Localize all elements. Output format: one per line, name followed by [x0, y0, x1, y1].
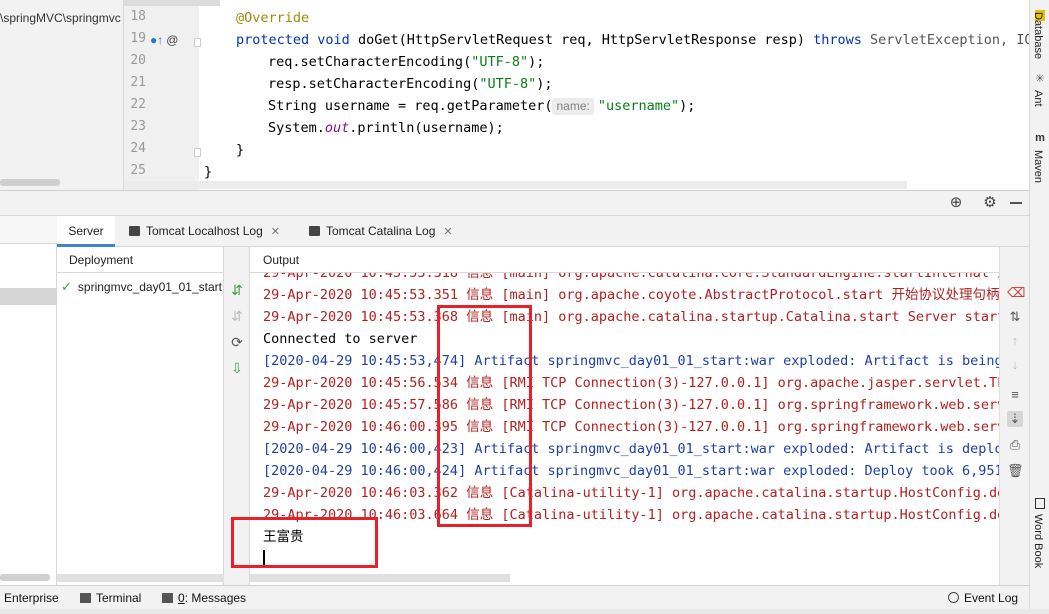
code-line-18[interactable]: @Override — [204, 7, 309, 29]
editor-gutter: 18 19 20 21 22 23 24 25 ●↑ @ — [124, 6, 201, 190]
run-tabs: Server Tomcat Localhost Log ✕ Tomcat Cata… — [57, 216, 1029, 247]
sort-icon[interactable]: ⇅ — [1007, 309, 1023, 325]
deployment-scrollbar[interactable] — [57, 574, 224, 582]
project-scrollbar[interactable] — [0, 179, 60, 186]
console-input-echo[interactable]: 王富贵 — [263, 526, 304, 548]
log-line: 29-Apr-2020 10:45:57.586 信息 [RMI TCP Con… — [263, 397, 999, 413]
deployment-header: Deployment — [57, 247, 224, 273]
target-icon[interactable]: ⊕ — [948, 195, 964, 211]
services-tree — [0, 216, 57, 585]
editor-horizontal-scrollbar[interactable] — [124, 181, 907, 189]
word-book-icon[interactable] — [1035, 498, 1045, 509]
maven-icon[interactable]: m — [1033, 132, 1047, 145]
line-number: 18 — [130, 9, 146, 24]
tab-server[interactable]: Server — [57, 216, 115, 247]
services-panel-toolbar: ⊕ ⚙ — [0, 190, 1029, 216]
terminal-tool-button[interactable]: Terminal — [80, 586, 141, 610]
console-toolbar: ⌫ ⇅ ↑ ↓ ≡ ⇣ ⎙ 🗑 — [999, 247, 1029, 585]
code-line-23[interactable]: System.out.println(username); — [204, 117, 504, 139]
check-icon: ✓ — [61, 279, 72, 294]
log-line: 29-Apr-2020 10:46:03.664 信息 [Catalina-ut… — [263, 507, 999, 523]
event-log-icon — [948, 592, 959, 603]
deployment-panel: Deployment ✓ springmvc_day01_01_start — [57, 247, 224, 585]
log-icon — [309, 226, 320, 236]
clear-all-icon[interactable]: ⌫ — [1007, 285, 1025, 301]
close-icon[interactable]: ✕ — [443, 226, 452, 238]
ant-tool-button[interactable]: Ant — [1032, 90, 1044, 107]
database-tool-button[interactable]: Database — [1032, 12, 1044, 59]
refresh-icon[interactable]: ⟳ — [229, 334, 245, 350]
log-line: 29-Apr-2020 10:46:03.362 信息 [Catalina-ut… — [263, 485, 999, 501]
bottom-tool-bar: Enterprise Terminal 0: Messages Event Lo… — [0, 585, 1029, 609]
parameter-hint: name: — [552, 98, 594, 115]
messages-tool-button[interactable]: 0: Messages — [162, 586, 246, 610]
output-horizontal-scrollbar[interactable] — [250, 574, 510, 582]
deployment-actions: ⇵ ⇵ ⟳ ⇩ — [224, 247, 250, 585]
line-number: 19 — [130, 31, 146, 46]
annotation-marker-icon[interactable]: @ — [166, 33, 178, 47]
word-book-tool-button[interactable]: Word Book — [1032, 514, 1044, 568]
fold-toggle-icon[interactable] — [194, 38, 201, 47]
output-console[interactable]: 29-Apr-2020 10:45:53.318 信息 [main] org.a… — [250, 247, 999, 585]
status-bar — [0, 609, 1049, 614]
deployment-item[interactable]: ✓ springmvc_day01_01_start — [61, 277, 224, 297]
log-line: Connected to server — [263, 331, 418, 347]
log-line: 29-Apr-2020 10:46:00.395 信息 [RMI TCP Con… — [263, 419, 999, 435]
output-header: Output — [250, 247, 999, 273]
log-lines: 29-Apr-2020 10:45:53.318 信息 [main] org.a… — [263, 262, 999, 526]
line-number: 24 — [130, 141, 146, 156]
enterprise-tool-button[interactable]: Enterprise — [4, 586, 59, 610]
line-number: 20 — [130, 53, 146, 68]
code-line-25[interactable]: } — [204, 161, 212, 183]
line-number: 22 — [130, 97, 146, 112]
maven-tool-button[interactable]: Maven — [1032, 150, 1044, 183]
deploy-all-icon[interactable]: ⇵ — [229, 282, 245, 298]
log-icon — [129, 226, 140, 236]
log-line: 29-Apr-2020 10:45:53.351 信息 [main] org.a… — [263, 287, 999, 303]
deploy-icon[interactable]: ⇩ — [229, 360, 245, 376]
fold-toggle-icon[interactable] — [194, 148, 201, 157]
project-panel: \springMVC\springmvc — [0, 0, 124, 192]
terminal-icon — [80, 593, 91, 603]
trash-icon[interactable]: 🗑 — [1007, 463, 1024, 479]
print-icon[interactable]: ⎙ — [1007, 437, 1023, 453]
code-line-21[interactable]: resp.setCharacterEncoding("UTF-8"); — [204, 73, 553, 95]
log-line: 29-Apr-2020 10:45:56.534 信息 [RMI TCP Con… — [263, 375, 999, 391]
right-tool-strip: Database ✳ Ant m Maven Word Book — [1029, 0, 1049, 614]
tab-tomcat-localhost-log[interactable]: Tomcat Localhost Log ✕ — [129, 216, 280, 247]
code-editor[interactable]: 18 19 20 21 22 23 24 25 ●↑ @ @Override pr… — [124, 6, 1041, 190]
tab-tomcat-catalina-log[interactable]: Tomcat Catalina Log ✕ — [309, 216, 453, 247]
override-marker-icon[interactable]: ●↑ — [150, 33, 163, 47]
text-caret — [263, 550, 265, 566]
code-line-20[interactable]: req.setCharacterEncoding("UTF-8"); — [204, 51, 544, 73]
event-log-button[interactable]: Event Log — [948, 586, 1018, 610]
line-number: 23 — [130, 119, 146, 134]
project-path[interactable]: \springMVC\springmvc — [0, 11, 124, 25]
log-line: [2020-04-29 10:45:53,474] Artifact sprin… — [263, 353, 999, 369]
code-line-24[interactable]: } — [204, 139, 244, 161]
close-icon[interactable]: ✕ — [271, 226, 280, 238]
log-line: [2020-04-29 10:46:00,424] Artifact sprin… — [263, 463, 999, 479]
soft-wrap-icon[interactable]: ≡ — [1007, 387, 1023, 403]
minimize-icon[interactable] — [1010, 202, 1022, 204]
arrow-down-icon[interactable]: ↓ — [1007, 357, 1023, 373]
undeploy-icon[interactable]: ⇵ — [229, 308, 245, 324]
scroll-to-end-icon[interactable]: ⇣ — [1007, 411, 1023, 427]
services-tree-scrollbar[interactable] — [0, 574, 50, 581]
ant-icon[interactable]: ✳ — [1033, 72, 1047, 85]
log-line: 29-Apr-2020 10:45:53.368 信息 [main] org.a… — [263, 309, 999, 325]
messages-icon — [162, 593, 173, 603]
line-number: 25 — [130, 163, 146, 178]
services-tree-selected-row[interactable] — [0, 288, 57, 305]
services-tree-header — [0, 216, 57, 244]
log-line: [2020-04-29 10:46:00,423] Artifact sprin… — [263, 441, 999, 457]
code-line-22[interactable]: String username = req.getParameter(name:… — [204, 95, 695, 117]
line-number: 21 — [130, 75, 146, 90]
gear-icon[interactable]: ⚙ — [982, 195, 998, 211]
arrow-up-icon[interactable]: ↑ — [1007, 333, 1023, 349]
code-line-19[interactable]: protected void doGet(HttpServletRequest … — [204, 29, 1041, 51]
